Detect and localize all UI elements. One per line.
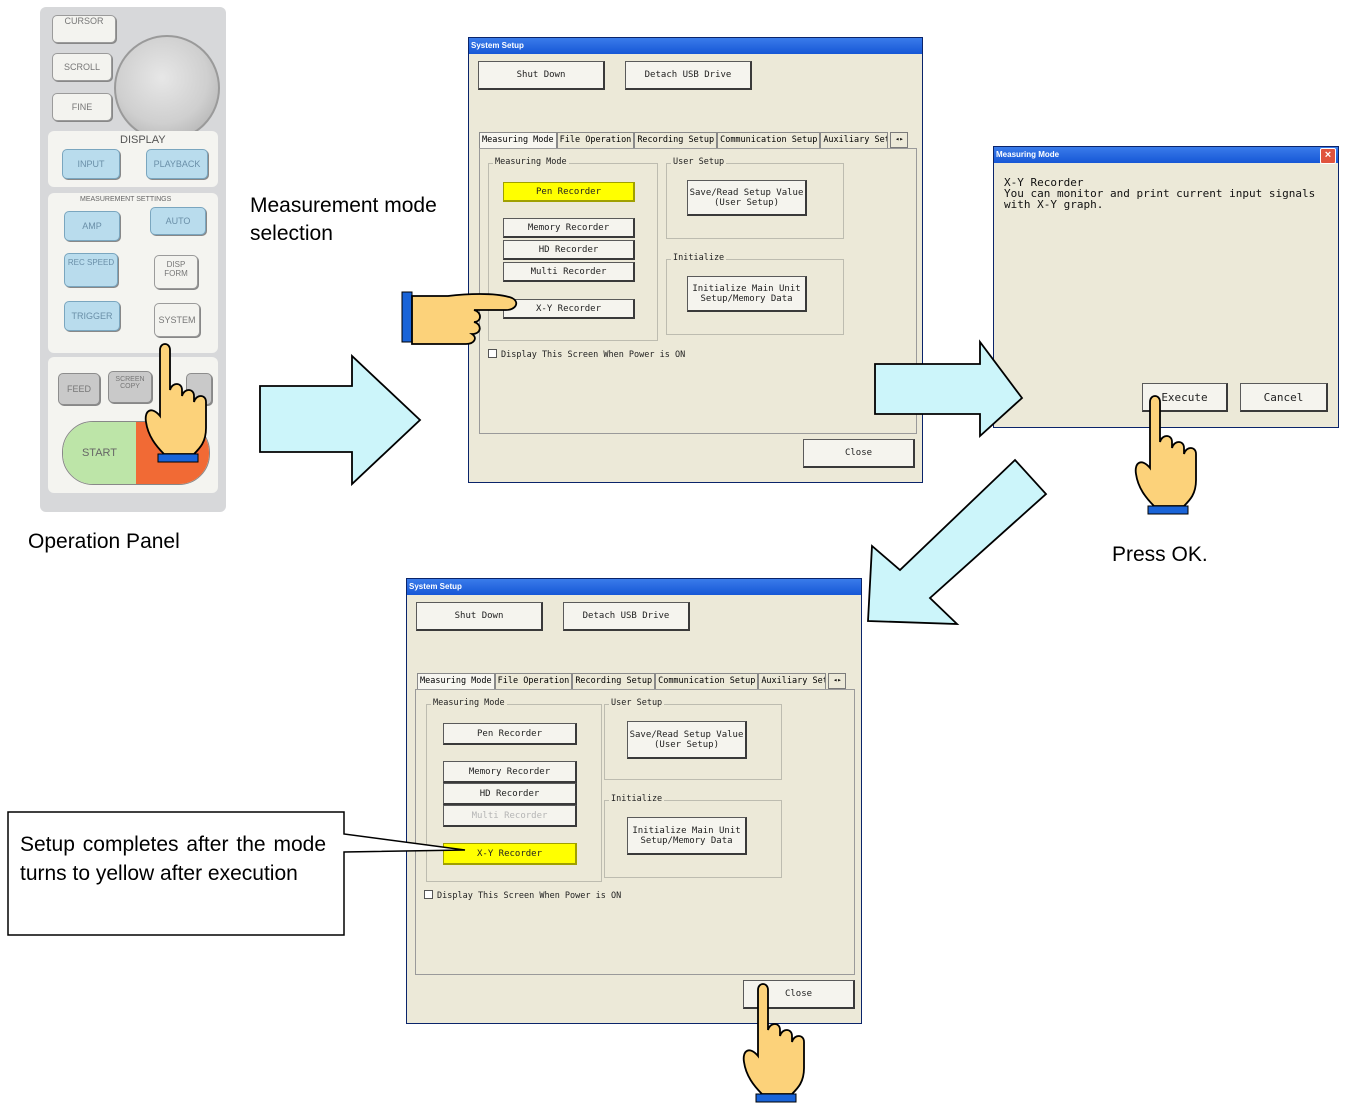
arrow-right-2 xyxy=(874,339,1024,439)
hand-pointer-execute xyxy=(1134,395,1197,515)
arrow-diagonal xyxy=(867,458,1048,625)
arrow-right-1 xyxy=(259,353,422,487)
hand-pointer-system xyxy=(144,343,207,463)
annotation-overlay xyxy=(7,291,1197,1103)
hand-pointer-close xyxy=(742,983,805,1103)
hand-pointer-xy xyxy=(401,291,518,345)
callout-text: Setup completes after the mode turns to … xyxy=(20,833,326,885)
